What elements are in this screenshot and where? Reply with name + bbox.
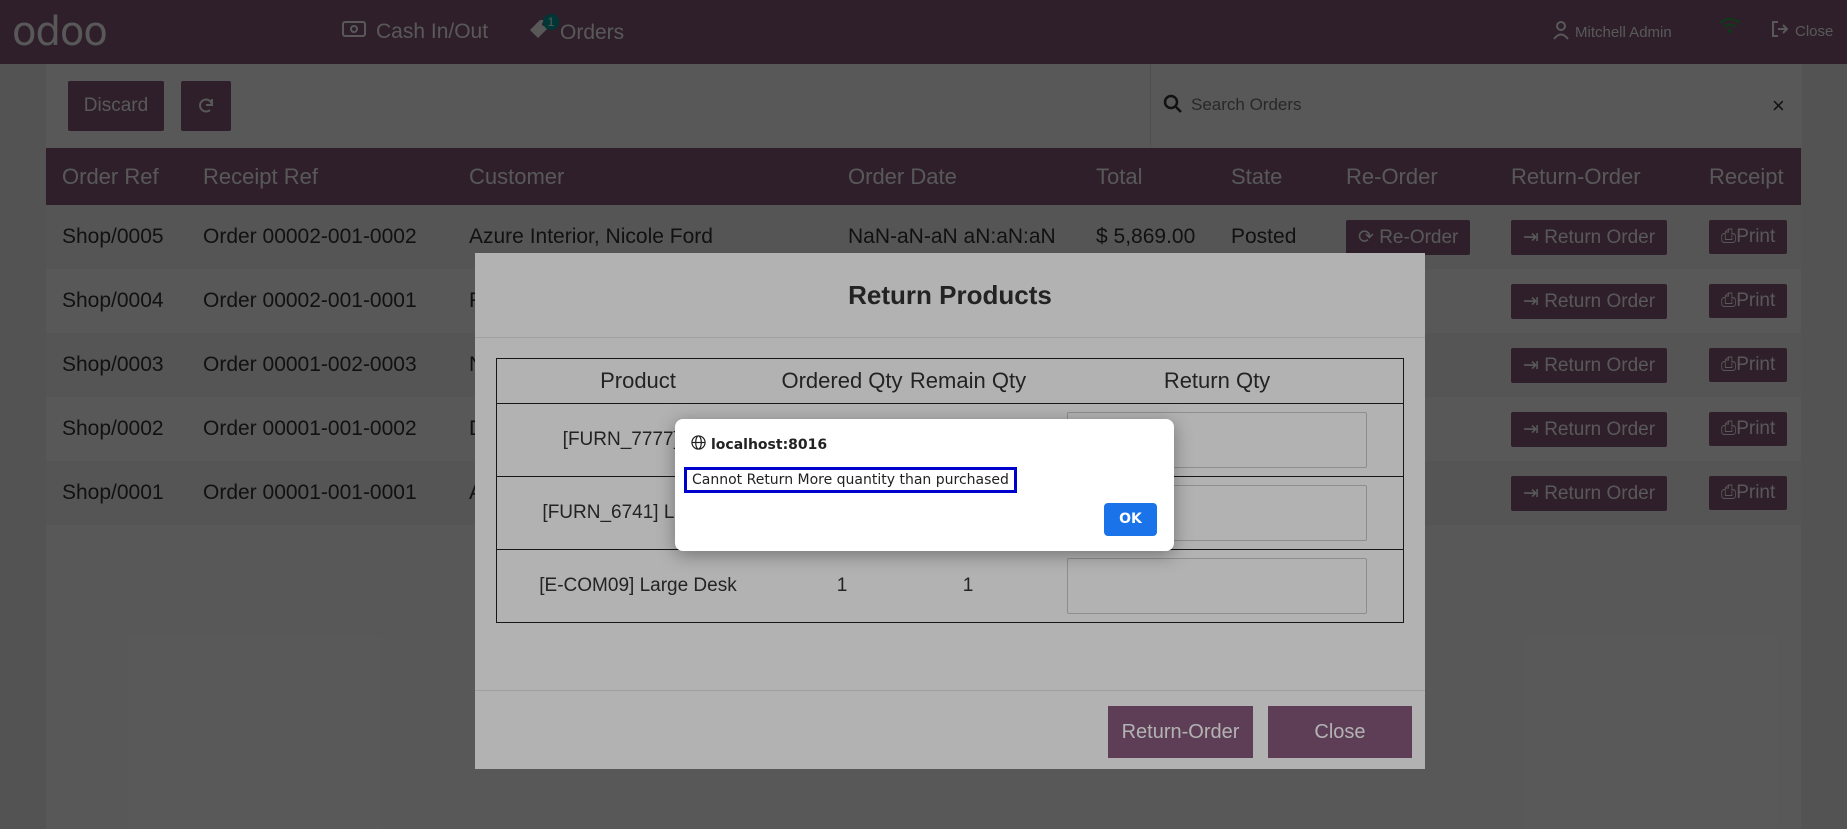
alert-origin-text: localhost:8016 xyxy=(711,436,828,453)
alert-message: Cannot Return More quantity than purchas… xyxy=(684,467,1017,493)
browser-alert-dialog: localhost:8016 Cannot Return More quanti… xyxy=(675,419,1174,551)
alert-ok-button[interactable]: OK xyxy=(1104,503,1157,536)
alert-backdrop xyxy=(0,0,1847,829)
alert-origin: localhost:8016 xyxy=(691,435,827,454)
globe-icon xyxy=(691,435,706,454)
